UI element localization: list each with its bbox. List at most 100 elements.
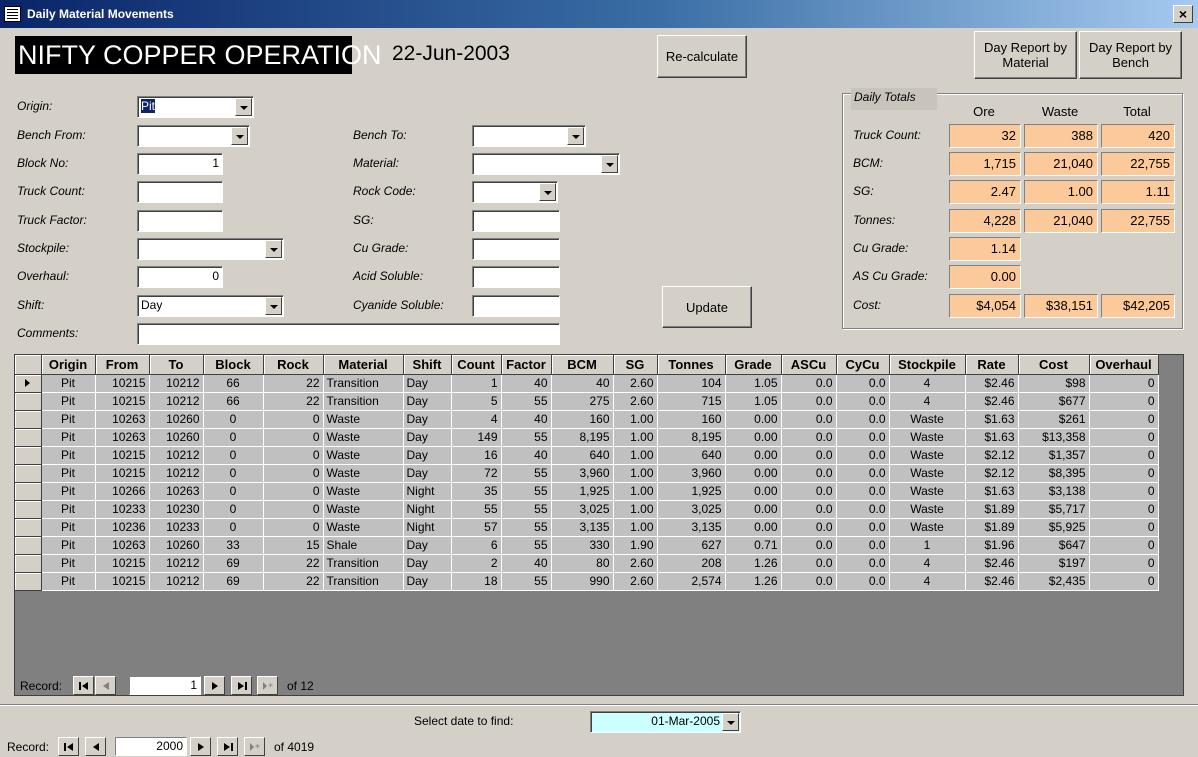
table-cell[interactable]: 3,025 <box>657 500 726 519</box>
table-cell[interactable]: 3,135 <box>551 518 614 537</box>
table-cell[interactable]: 2.60 <box>613 572 658 591</box>
chevron-down-icon[interactable] <box>601 155 618 173</box>
table-cell[interactable]: 69 <box>203 572 264 591</box>
table-cell[interactable]: 10263 <box>95 536 150 555</box>
table-cell[interactable]: $3,138 <box>1018 482 1090 501</box>
table-cell[interactable]: 0.0 <box>781 554 837 573</box>
table-cell[interactable]: 0.0 <box>836 392 890 411</box>
first-record-icon[interactable] <box>58 737 79 756</box>
table-cell[interactable]: 10215 <box>95 554 150 573</box>
table-cell[interactable]: 0 <box>203 500 264 519</box>
table-cell[interactable]: 55 <box>451 500 502 519</box>
comments-field[interactable] <box>137 323 560 345</box>
table-cell[interactable]: 66 <box>203 374 264 393</box>
table-cell[interactable]: $1.63 <box>965 482 1019 501</box>
table-cell[interactable]: $1.63 <box>965 428 1019 447</box>
table-cell[interactable]: Transition <box>323 554 404 573</box>
table-cell[interactable]: 0 <box>1089 374 1159 393</box>
column-header[interactable]: BCM <box>551 355 614 375</box>
table-cell[interactable]: 0.0 <box>781 572 837 591</box>
table-row[interactable]: Pit 10215 10212 0 0 Waste Day 72 55 3,960 1.00 3,96… <box>15 464 1159 483</box>
table-cell[interactable]: $98 <box>1018 374 1090 393</box>
table-cell[interactable]: 0.00 <box>725 482 782 501</box>
table-cell[interactable]: 2.60 <box>613 554 658 573</box>
table-cell[interactable]: 0.00 <box>725 464 782 483</box>
table-cell[interactable]: 0 <box>203 482 264 501</box>
table-cell[interactable]: Day <box>403 572 452 591</box>
table-cell[interactable]: 330 <box>551 536 614 555</box>
chevron-down-icon[interactable] <box>567 127 584 145</box>
table-cell[interactable]: 35 <box>451 482 502 501</box>
table-cell[interactable]: Pit <box>41 554 96 573</box>
table-cell[interactable]: 3,960 <box>551 464 614 483</box>
first-record-icon[interactable] <box>73 676 94 695</box>
table-cell[interactable]: Waste <box>889 464 966 483</box>
table-cell[interactable]: 640 <box>657 446 726 465</box>
row-selector[interactable] <box>15 518 42 537</box>
table-cell[interactable]: Pit <box>41 500 96 519</box>
table-cell[interactable]: 275 <box>551 392 614 411</box>
table-cell[interactable]: 0.0 <box>836 410 890 429</box>
table-cell[interactable]: 0.00 <box>725 410 782 429</box>
column-header[interactable]: CyCu <box>836 355 890 375</box>
table-cell[interactable]: $2.46 <box>965 572 1019 591</box>
table-cell[interactable]: Waste <box>889 500 966 519</box>
table-cell[interactable]: 55 <box>501 572 552 591</box>
shift-combo[interactable]: Day <box>137 295 284 317</box>
table-cell[interactable]: $1.89 <box>965 500 1019 519</box>
table-cell[interactable]: Shale <box>323 536 404 555</box>
table-cell[interactable]: $13,358 <box>1018 428 1090 447</box>
table-cell[interactable]: 1.26 <box>725 554 782 573</box>
column-header[interactable]: Overhaul <box>1089 355 1159 375</box>
table-row[interactable]: Pit 10266 10263 0 0 Waste Night 35 55 1,925 1.00 1,… <box>15 482 1159 501</box>
table-cell[interactable]: 55 <box>501 518 552 537</box>
column-header[interactable]: SG <box>613 355 658 375</box>
table-cell[interactable]: 3,960 <box>657 464 726 483</box>
table-cell[interactable]: 0.0 <box>836 446 890 465</box>
previous-record-icon[interactable] <box>95 676 116 695</box>
table-cell[interactable]: 0 <box>1089 464 1159 483</box>
row-selector[interactable] <box>15 428 42 447</box>
table-cell[interactable]: Day <box>403 464 452 483</box>
table-cell[interactable]: 10233 <box>149 518 204 537</box>
table-cell[interactable]: 10260 <box>149 536 204 555</box>
table-cell[interactable]: Waste <box>323 482 404 501</box>
table-cell[interactable]: 0 <box>263 500 324 519</box>
table-row[interactable]: Pit 10263 10260 33 15 Shale Day 6 55 330 1.90 627 0.… <box>15 536 1159 555</box>
table-cell[interactable]: $1.96 <box>965 536 1019 555</box>
close-button[interactable]: × <box>1173 5 1193 23</box>
table-cell[interactable]: 0.0 <box>781 446 837 465</box>
column-header[interactable]: Cost <box>1018 355 1090 375</box>
table-cell[interactable]: 0 <box>263 410 324 429</box>
chevron-down-icon[interactable] <box>265 297 282 315</box>
table-cell[interactable]: Night <box>403 482 452 501</box>
column-header[interactable]: ASCu <box>781 355 837 375</box>
table-cell[interactable]: 0 <box>203 464 264 483</box>
next-record-icon[interactable] <box>204 676 225 695</box>
sg-field[interactable] <box>472 210 560 232</box>
table-cell[interactable]: $197 <box>1018 554 1090 573</box>
date-find-combo[interactable]: 01-Mar-2005 <box>590 711 741 733</box>
table-cell[interactable]: 69 <box>203 554 264 573</box>
table-row[interactable]: Pit 10215 10212 66 22 Transition Day 5 55 275 2.60… <box>15 392 1159 411</box>
update-button[interactable]: Update <box>662 286 752 328</box>
table-cell[interactable]: 55 <box>501 482 552 501</box>
table-cell[interactable]: 2,574 <box>657 572 726 591</box>
new-record-icon[interactable]: * <box>244 737 265 756</box>
table-cell[interactable]: 2.60 <box>613 392 658 411</box>
rock-code-combo[interactable] <box>472 181 558 203</box>
table-row[interactable]: Pit 10215 10212 0 0 Waste Day 16 40 640 1.00 640 0.0… <box>15 446 1159 465</box>
table-cell[interactable]: 66 <box>203 392 264 411</box>
table-cell[interactable]: $2.12 <box>965 446 1019 465</box>
table-cell[interactable]: 0.0 <box>836 572 890 591</box>
table-cell[interactable]: Pit <box>41 410 96 429</box>
table-cell[interactable]: Waste <box>889 518 966 537</box>
table-cell[interactable]: 715 <box>657 392 726 411</box>
table-cell[interactable]: 80 <box>551 554 614 573</box>
column-header[interactable]: Shift <box>403 355 452 375</box>
table-cell[interactable]: 0 <box>263 446 324 465</box>
overhaul-field[interactable]: 0 <box>137 266 223 288</box>
table-cell[interactable]: 149 <box>451 428 502 447</box>
table-cell[interactable]: Day <box>403 536 452 555</box>
table-cell[interactable]: 10212 <box>149 446 204 465</box>
